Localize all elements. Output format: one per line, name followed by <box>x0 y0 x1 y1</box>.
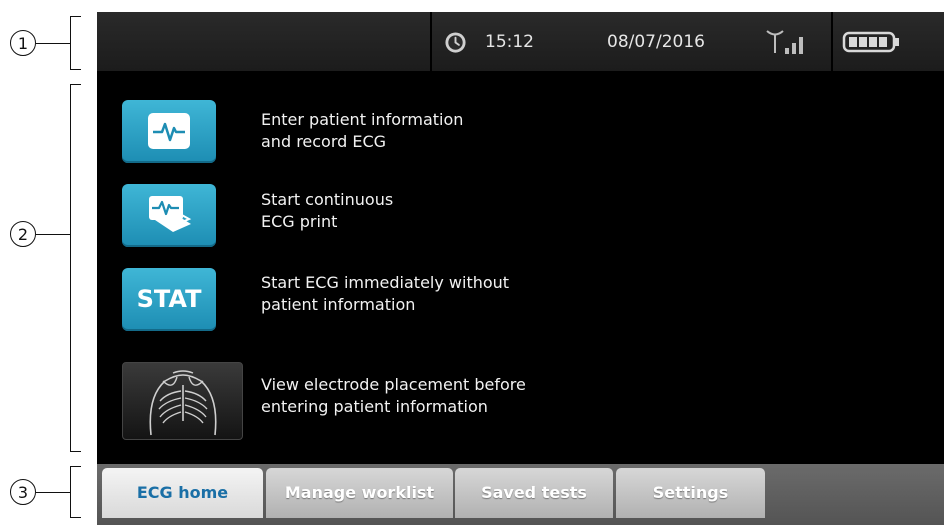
continuous-print-description: Start continuous ECG print <box>261 189 621 233</box>
electrode-placement-description: View electrode placement before entering… <box>261 374 621 418</box>
record-ecg-line-2: and record ECG <box>261 132 387 151</box>
electrode-placement-button[interactable] <box>122 362 243 440</box>
stat-button-label: STAT <box>136 285 202 313</box>
status-time: 15:12 <box>485 32 534 52</box>
status-divider <box>831 12 833 71</box>
continuous-print-line-1: Start continuous <box>261 190 394 209</box>
status-bar: 15:12 08/07/2016 <box>97 12 944 71</box>
stat-line-2: patient information <box>261 295 416 314</box>
stat-description: Start ECG immediately without patient in… <box>261 272 621 316</box>
callout-2-leader <box>36 234 70 235</box>
continuous-print-button[interactable] <box>122 184 216 247</box>
chest-electrode-icon <box>149 370 217 436</box>
callout-2-bracket <box>70 84 81 452</box>
electrode-placement-line-2: entering patient information <box>261 397 488 416</box>
callout-1-bracket <box>70 16 81 70</box>
antenna-signal-icon <box>766 30 803 54</box>
callout-1: 1 <box>10 30 36 56</box>
callout-3-bracket <box>70 466 81 518</box>
tab-manage-worklist[interactable]: Manage worklist <box>266 468 453 518</box>
status-date: 08/07/2016 <box>607 32 705 52</box>
bottom-tab-bar: ECG home Manage worklist Saved tests Set… <box>97 464 944 525</box>
tab-saved-tests[interactable]: Saved tests <box>455 468 613 518</box>
stat-line-1: Start ECG immediately without <box>261 273 510 292</box>
tab-ecg-home[interactable]: ECG home <box>102 468 263 518</box>
electrode-placement-line-1: View electrode placement before <box>261 375 526 394</box>
device-screen: 15:12 08/07/2016 Enter patient informati… <box>97 12 944 525</box>
status-divider <box>430 12 432 71</box>
tab-settings[interactable]: Settings <box>616 468 765 518</box>
callout-3-leader <box>36 492 70 493</box>
record-ecg-description: Enter patient information and record ECG <box>261 109 621 153</box>
battery-full-icon <box>842 31 899 53</box>
continuous-print-line-2: ECG print <box>261 212 338 231</box>
stat-button[interactable]: STAT <box>122 268 216 331</box>
ecg-print-icon <box>149 196 192 232</box>
record-ecg-line-1: Enter patient information <box>261 110 464 129</box>
ecg-waveform-icon <box>148 113 190 149</box>
callout-3: 3 <box>10 479 36 505</box>
record-ecg-button[interactable] <box>122 100 216 163</box>
callout-2: 2 <box>10 221 36 247</box>
clock-icon <box>445 32 466 53</box>
callout-1-leader <box>36 43 70 44</box>
ecg-home-panel: Enter patient information and record ECG… <box>97 71 944 464</box>
